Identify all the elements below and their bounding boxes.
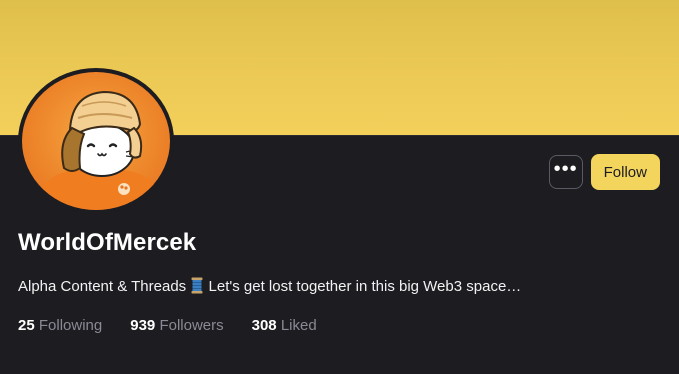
more-options-button[interactable]: •••: [548, 155, 583, 189]
display-name: WorldOfMercek: [18, 229, 197, 256]
stat-following[interactable]: 25 Following: [18, 317, 102, 334]
liked-label: Liked: [280, 317, 317, 334]
bio-text: Alpha Content & Threads: [18, 278, 187, 295]
followers-label: Followers: [159, 317, 224, 334]
avatar-ring: [18, 68, 174, 214]
follow-button[interactable]: Follow: [590, 154, 660, 190]
profile-card: ••• Follow WorldOfMercek Alpha Content &…: [0, 0, 679, 374]
following-label: Following: [38, 317, 103, 334]
liked-count: 308: [251, 317, 277, 334]
cat-avatar-icon: [22, 72, 170, 210]
thread-spool-icon: [191, 277, 203, 298]
bio-text-continued: Let's get lost together in this big Web3…: [208, 278, 522, 295]
profile-actions: ••• Follow: [548, 154, 660, 190]
profile-bio: Alpha Content & Threads Let's get lost t…: [18, 277, 521, 298]
stat-followers[interactable]: 939 Followers: [130, 317, 223, 334]
avatar[interactable]: [22, 72, 170, 210]
profile-stats: 25 Following 939 Followers 308 Liked: [18, 317, 345, 334]
followers-count: 939: [130, 317, 156, 334]
ellipsis-icon: •••: [553, 157, 578, 180]
follow-button-label: Follow: [603, 163, 647, 181]
following-count: 25: [18, 317, 35, 334]
stat-liked[interactable]: 308 Liked: [252, 317, 317, 334]
